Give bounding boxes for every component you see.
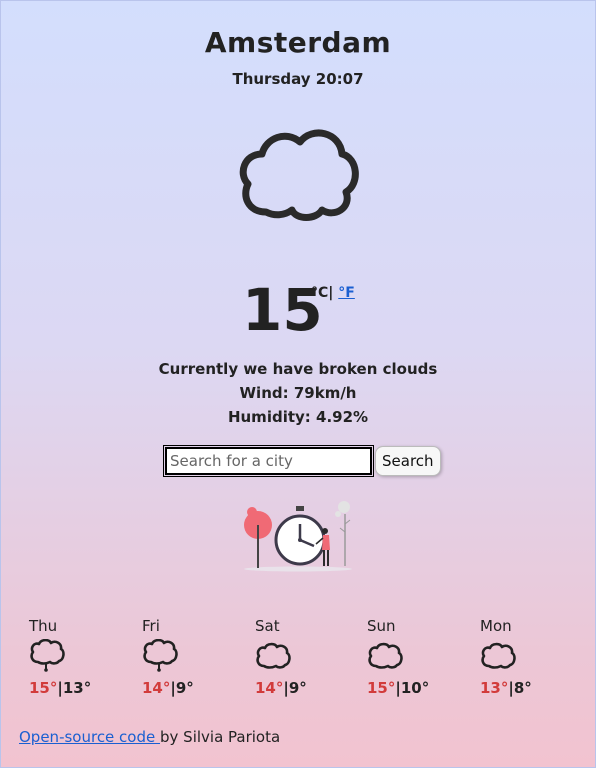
forecast-temps: 15°|10°	[367, 679, 457, 697]
forecast-min: 9°	[175, 679, 194, 697]
forecast-day: Mon 13°|8°	[480, 617, 570, 697]
weather-description: Currently we have broken clouds	[158, 360, 438, 378]
forecast-max: 14°	[142, 679, 171, 697]
cloud-icon	[368, 642, 403, 669]
forecast-max: 15°	[367, 679, 396, 697]
forecast-list: Thu 15°|13° Fri 14°|9° Sat 14°|9° Sun 15…	[0, 617, 596, 707]
forecast-max: 14°	[255, 679, 284, 697]
weather-details: Currently we have broken clouds Wind: 79…	[0, 357, 596, 429]
search-button[interactable]: Search	[375, 446, 441, 476]
search-form: Search	[163, 445, 441, 477]
forecast-temps: 14°|9°	[255, 679, 345, 697]
source-code-link[interactable]: Open-source code	[19, 728, 160, 746]
wind-speed: Wind: 79km/h	[239, 384, 357, 402]
forecast-min: 13°	[62, 679, 92, 697]
cloud-icon	[481, 642, 516, 669]
rain-cloud-icon	[30, 639, 65, 672]
forecast-day-name: Sun	[367, 617, 396, 635]
celsius-unit: °C|	[311, 285, 334, 301]
humidity: Humidity: 4.92%	[227, 408, 369, 426]
clock-illustration	[244, 501, 352, 572]
cloud-icon	[239, 129, 359, 221]
forecast-temps: 15°|13°	[29, 679, 119, 697]
forecast-day-name: Sat	[255, 617, 280, 635]
unit-switch: °C| °F	[311, 285, 355, 301]
forecast-day: Fri 14°|9°	[142, 617, 232, 697]
author-credit: by Silvia Pariota	[160, 728, 281, 746]
forecast-temps: 14°|9°	[142, 679, 232, 697]
forecast-day: Thu 15°|13°	[29, 617, 119, 697]
forecast-day-name: Fri	[142, 617, 160, 635]
forecast-min: 10°	[400, 679, 430, 697]
city-name: Amsterdam	[204, 26, 392, 59]
forecast-day: Sun 15°|10°	[367, 617, 457, 697]
forecast-max: 15°	[29, 679, 58, 697]
forecast-temps: 13°|8°	[480, 679, 570, 697]
fahrenheit-link[interactable]: °F	[338, 285, 355, 301]
forecast-max: 13°	[480, 679, 509, 697]
rain-cloud-icon	[143, 639, 178, 672]
forecast-day-name: Mon	[480, 617, 512, 635]
forecast-day: Sat 14°|9°	[255, 617, 345, 697]
search-input[interactable]	[163, 445, 374, 477]
current-datetime: Thursday 20:07	[232, 70, 364, 88]
forecast-min: 9°	[288, 679, 307, 697]
forecast-min: 8°	[513, 679, 532, 697]
footer: Open-source code by Silvia Pariota	[19, 728, 280, 746]
cloud-icon	[256, 642, 291, 669]
forecast-day-name: Thu	[29, 617, 58, 635]
